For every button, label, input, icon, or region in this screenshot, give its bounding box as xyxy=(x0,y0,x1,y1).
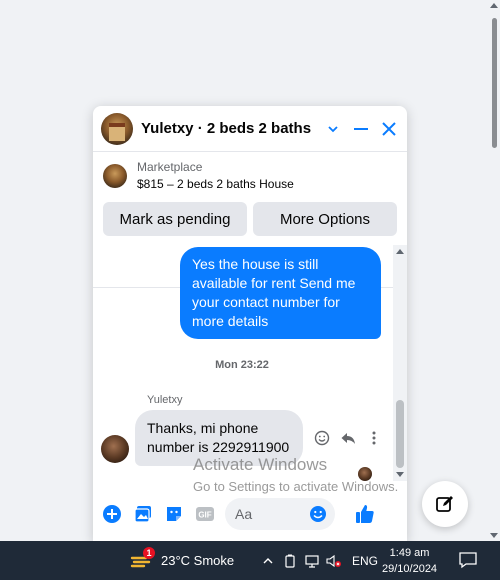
sender-avatar[interactable] xyxy=(101,435,129,463)
sender-name: Yuletxy xyxy=(147,394,183,406)
plus-circle-icon[interactable] xyxy=(101,503,123,525)
clock-time: 1:49 am xyxy=(389,547,430,559)
scroll-up-arrow[interactable] xyxy=(490,3,498,8)
more-vertical-icon[interactable] xyxy=(365,429,383,447)
message-list[interactable]: Yes the house is still available for ren… xyxy=(93,245,407,495)
message-actions xyxy=(313,429,383,447)
reply-icon[interactable] xyxy=(339,429,357,447)
minimize-icon[interactable] xyxy=(351,119,371,139)
message-timestamp: Mon 23:22 xyxy=(215,359,269,371)
language-indicator[interactable]: ENG xyxy=(352,554,378,568)
svg-text:GIF: GIF xyxy=(198,511,211,520)
outgoing-message[interactable]: Yes the house is still available for ren… xyxy=(180,247,381,339)
clock[interactable]: 1:49 am 29/10/2024 xyxy=(382,545,437,577)
thumbs-up-icon[interactable] xyxy=(354,503,376,525)
more-options-button[interactable]: More Options xyxy=(253,202,397,236)
page-scroll-thumb[interactable] xyxy=(492,18,497,148)
emoji-icon[interactable] xyxy=(307,503,329,525)
compose-icon xyxy=(436,496,453,512)
chat-scroll-down-arrow[interactable] xyxy=(396,472,404,477)
weather-smoke-icon: 1 xyxy=(130,546,155,572)
weather-text: 23°C Smoke xyxy=(161,553,235,568)
gif-icon[interactable]: GIF xyxy=(194,503,216,525)
marketplace-label: Marketplace xyxy=(137,160,203,174)
weather-badge: 1 xyxy=(143,546,155,559)
react-emoji-icon[interactable] xyxy=(313,429,331,447)
listing-title: $815 – 2 beds 2 baths House xyxy=(137,177,294,191)
mark-as-pending-button[interactable]: Mark as pending xyxy=(103,202,247,236)
chat-title[interactable]: Yuletxy · 2 beds 2 baths H… xyxy=(141,120,315,137)
new-message-button[interactable] xyxy=(422,481,468,527)
weather-widget[interactable]: 1 23°C Smoke xyxy=(130,541,234,580)
battery-icon[interactable] xyxy=(282,553,298,569)
taskbar: 1 23°C Smoke ENG 1:49 am 29/10/2024 xyxy=(0,541,500,580)
notification-icon[interactable] xyxy=(458,551,478,569)
contact-avatar[interactable] xyxy=(101,112,133,145)
sticker-icon[interactable] xyxy=(163,503,185,525)
volume-muted-icon[interactable] xyxy=(326,553,342,569)
chat-scrollbar[interactable] xyxy=(393,245,407,481)
close-icon[interactable] xyxy=(379,119,399,139)
listing-row[interactable]: Marketplace $815 – 2 beds 2 baths House xyxy=(103,160,397,191)
composer-bar: GIF Aa xyxy=(93,496,407,532)
chat-header: Yuletxy · 2 beds 2 baths H… xyxy=(93,106,407,152)
incoming-message[interactable]: Thanks, mi phone number is 2292911900 xyxy=(135,410,303,466)
chevron-up-icon[interactable] xyxy=(260,553,276,569)
photo-icon[interactable] xyxy=(132,503,154,525)
listing-thumbnail xyxy=(103,163,127,188)
system-tray: ENG xyxy=(260,541,378,580)
scroll-down-arrow[interactable] xyxy=(490,533,498,538)
seen-avatar xyxy=(358,467,372,481)
chat-window: Yuletxy · 2 beds 2 baths H… Marketplace … xyxy=(93,106,407,542)
chat-scroll-thumb[interactable] xyxy=(396,400,404,468)
page-scrollbar[interactable] xyxy=(488,0,500,541)
network-icon[interactable] xyxy=(304,553,320,569)
chat-scroll-up-arrow[interactable] xyxy=(396,249,404,254)
chevron-down-icon[interactable] xyxy=(323,119,343,139)
clock-date: 29/10/2024 xyxy=(382,563,438,575)
